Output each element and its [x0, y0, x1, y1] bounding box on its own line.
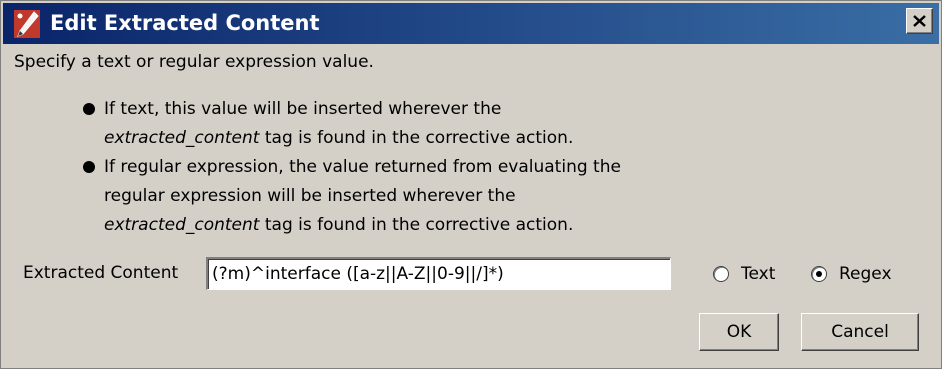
radio-regex-label: Regex — [839, 264, 892, 284]
close-button[interactable] — [906, 8, 933, 34]
radio-text-circle[interactable] — [713, 266, 729, 282]
radio-regex[interactable]: Regex — [811, 264, 892, 284]
radio-selected-dot — [816, 271, 822, 277]
radio-text[interactable]: Text — [713, 264, 775, 284]
radio-text-label: Text — [741, 264, 776, 284]
help-bullet-list: If text, this value will be inserted whe… — [83, 95, 621, 240]
ok-button[interactable]: OK — [699, 313, 779, 351]
cancel-button[interactable]: Cancel — [801, 313, 919, 351]
bullet-line: extracted_content tag is found in the co… — [104, 128, 574, 148]
close-icon — [913, 15, 926, 27]
bullet-line: regular expression will be inserted wher… — [104, 186, 516, 206]
edit-extracted-content-dialog: Edit Extracted Content Specify a text or… — [0, 0, 942, 369]
extracted-content-tag: extracted_content — [104, 128, 260, 148]
window-title: Edit Extracted Content — [50, 11, 320, 35]
bullet-regex-option: If regular expression, the value returne… — [83, 153, 621, 240]
extracted-content-label: Extracted Content — [23, 263, 179, 283]
bullet-line: If regular expression, the value returne… — [104, 157, 621, 177]
bullet-icon — [83, 161, 95, 173]
bullet-line: extracted_content tag is found in the co… — [104, 215, 574, 235]
instruction-text: Specify a text or regular expression val… — [14, 52, 374, 72]
bullet-line: If text, this value will be inserted whe… — [104, 99, 502, 119]
pencil-icon — [14, 10, 40, 38]
radio-regex-circle[interactable] — [811, 266, 827, 282]
extracted-content-input[interactable] — [206, 257, 671, 290]
bullet-text-option: If text, this value will be inserted whe… — [83, 95, 621, 153]
bullet-icon — [83, 103, 95, 115]
title-bar[interactable]: Edit Extracted Content — [3, 3, 939, 44]
extracted-content-tag: extracted_content — [104, 215, 260, 235]
